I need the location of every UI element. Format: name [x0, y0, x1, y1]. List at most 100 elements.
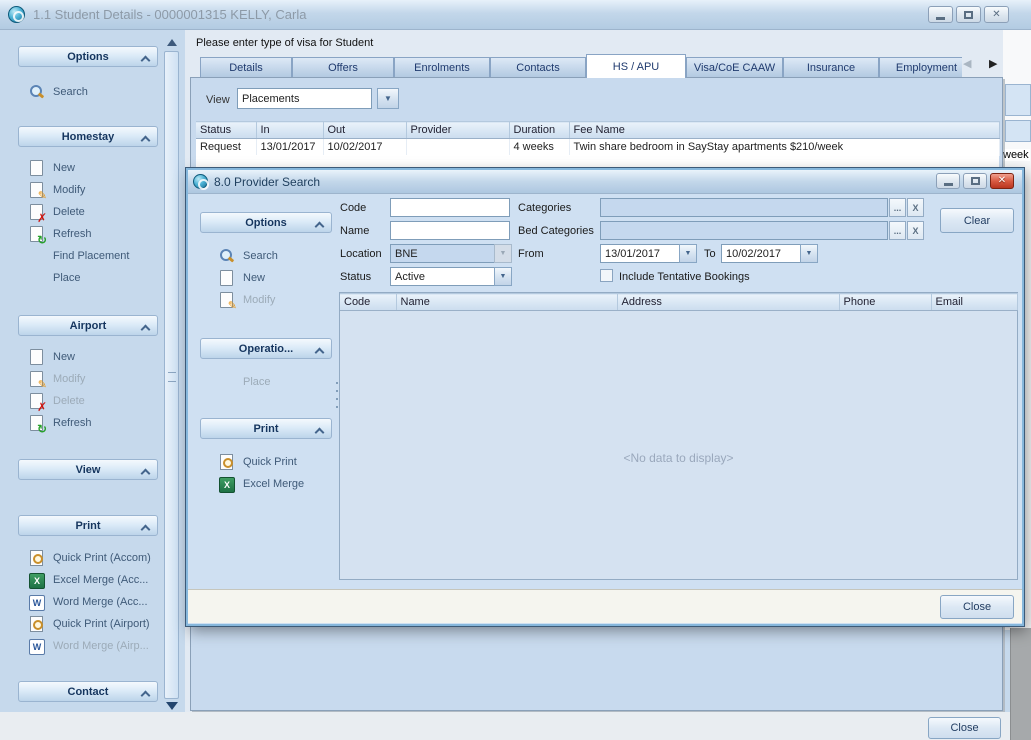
clear-button[interactable]: Clear [940, 208, 1014, 233]
delete-document-icon: ✗ [28, 204, 44, 220]
dialog-close-button[interactable]: Close [940, 595, 1014, 619]
sidebar-item-excel-merge-accom[interactable]: Excel Merge (Acc... [8, 569, 162, 591]
dialog-section-options[interactable]: Options [200, 212, 332, 233]
dialog-sidebar: Options Search New ✎ Modify Operatio... [196, 204, 334, 580]
tab-offers[interactable]: Offers [292, 57, 394, 78]
main-window-title: 1.1 Student Details - 0000001315 KELLY, … [33, 7, 306, 22]
sidebar-section-airport[interactable]: Airport [18, 315, 158, 336]
sidebar-item-word-merge-airport[interactable]: Word Merge (Airp... [8, 635, 162, 657]
col-code[interactable]: Code [340, 294, 396, 311]
dialog-item-modify[interactable]: ✎ Modify [196, 289, 334, 311]
bed-categories-clear-button[interactable]: X [907, 221, 924, 240]
sidebar-item-airport-delete[interactable]: ✗ Delete [8, 390, 162, 412]
provider-grid-header: Code Name Address Phone Email [340, 293, 1018, 311]
scroll-down-arrow[interactable] [163, 699, 181, 712]
sidebar-item-quick-print-accom[interactable]: Quick Print (Accom) [8, 547, 162, 569]
dialog-item-search[interactable]: Search [196, 245, 334, 267]
tab-hs-apu[interactable]: HS / APU [586, 54, 686, 78]
print-preview-icon [28, 616, 44, 632]
tab-strip: Details Offers Enrolments Contacts HS / … [200, 54, 962, 78]
col-status[interactable]: Status [196, 122, 256, 139]
sidebar-item-airport-refresh[interactable]: ↻ Refresh [8, 412, 162, 434]
dialog-close-icon[interactable]: ✕ [990, 173, 1014, 189]
categories-input[interactable] [600, 198, 888, 217]
sidebar-section-options[interactable]: Options [18, 46, 158, 67]
tab-enrolments[interactable]: Enrolments [394, 57, 490, 78]
sidebar-item-homestay-delete[interactable]: ✗ Delete [8, 201, 162, 223]
tab-visa-coe-caaw[interactable]: Visa/CoE CAAW [686, 57, 783, 78]
bed-categories-input[interactable] [600, 221, 888, 240]
sidebar-item-homestay-refresh[interactable]: ↻ Refresh [8, 223, 162, 245]
include-tentative-checkbox[interactable] [600, 269, 613, 282]
dialog-titlebar: 8.0 Provider Search ✕ [188, 170, 1022, 194]
col-phone[interactable]: Phone [839, 294, 931, 311]
sidebar-item-homestay-modify[interactable]: ✎ Modify [8, 179, 162, 201]
scrollbar-thumb[interactable] [164, 51, 179, 699]
sidebar-item-word-merge-accom[interactable]: Word Merge (Acc... [8, 591, 162, 613]
sidebar-item-airport-new[interactable]: New [8, 346, 162, 368]
right-edge-fragment-box [1005, 120, 1031, 142]
location-dropdown-button[interactable]: ▼ [494, 244, 512, 263]
status-label: Status [340, 271, 371, 283]
view-select[interactable]: Placements [237, 88, 372, 109]
app-icon [8, 6, 25, 23]
sidebar-item-airport-modify[interactable]: ✎ Modify [8, 368, 162, 390]
main-close-button[interactable]: Close [928, 717, 1001, 739]
col-address[interactable]: Address [617, 294, 839, 311]
view-dropdown-button[interactable]: ▼ [377, 88, 399, 109]
bed-categories-browse-button[interactable]: ... [889, 221, 906, 240]
tab-insurance[interactable]: Insurance [783, 57, 879, 78]
code-input[interactable] [390, 198, 510, 217]
tab-details[interactable]: Details [200, 57, 292, 78]
scroll-up-arrow[interactable] [163, 36, 181, 49]
dialog-section-print[interactable]: Print [200, 418, 332, 439]
col-fee-name[interactable]: Fee Name [569, 122, 999, 139]
sidebar-section-view[interactable]: View [18, 459, 158, 480]
search-icon [218, 248, 234, 264]
no-data-message: <No data to display> [340, 451, 1017, 465]
tab-contacts[interactable]: Contacts [490, 57, 586, 78]
tab-scroll-left-icon[interactable]: ◀ [963, 57, 971, 70]
col-out[interactable]: Out [323, 122, 406, 139]
sidebar-scrollbar[interactable] [163, 36, 181, 712]
status-dropdown-button[interactable]: ▼ [494, 267, 512, 286]
dialog-section-operations[interactable]: Operatio... [200, 338, 332, 359]
col-name[interactable]: Name [396, 294, 617, 311]
dialog-item-new[interactable]: New [196, 267, 334, 289]
collapse-chevron-icon [141, 468, 149, 474]
dialog-minimize-button[interactable] [936, 173, 960, 189]
search-icon [28, 84, 44, 100]
sidebar-item-quick-print-airport[interactable]: Quick Print (Airport) [8, 613, 162, 635]
maximize-button[interactable] [956, 6, 981, 23]
location-label: Location [340, 248, 382, 260]
col-duration[interactable]: Duration [509, 122, 569, 139]
to-date-select[interactable]: 10/02/2017 [721, 244, 801, 263]
placement-row[interactable]: Request 13/01/2017 10/02/2017 4 weeks Tw… [196, 139, 999, 156]
sidebar-item-find-placement[interactable]: Find Placement [8, 245, 162, 267]
sidebar-section-homestay[interactable]: Homestay [18, 126, 158, 147]
col-email[interactable]: Email [931, 294, 1017, 311]
dialog-item-quick-print[interactable]: Quick Print [196, 451, 334, 473]
name-input[interactable] [390, 221, 510, 240]
col-in[interactable]: In [256, 122, 323, 139]
col-provider[interactable]: Provider [406, 122, 509, 139]
close-window-button[interactable]: ✕ [984, 6, 1009, 23]
dialog-item-excel-merge[interactable]: Excel Merge [196, 473, 334, 495]
sidebar-item-place[interactable]: Place [8, 267, 162, 289]
minimize-button[interactable] [928, 6, 953, 23]
tab-scroll-right-icon[interactable]: ▶ [989, 57, 997, 70]
categories-clear-button[interactable]: X [907, 198, 924, 217]
from-dropdown-button[interactable]: ▼ [679, 244, 697, 263]
to-dropdown-button[interactable]: ▼ [800, 244, 818, 263]
from-date-select[interactable]: 13/01/2017 [600, 244, 680, 263]
dialog-item-place[interactable]: Place [196, 371, 334, 393]
code-label: Code [340, 202, 366, 214]
categories-browse-button[interactable]: ... [889, 198, 906, 217]
sidebar-section-contact[interactable]: Contact [18, 681, 158, 702]
sidebar-item-homestay-new[interactable]: New [8, 157, 162, 179]
sidebar-item-search[interactable]: Search [8, 81, 162, 103]
tab-employment[interactable]: Employment [879, 57, 962, 78]
dialog-maximize-button[interactable] [963, 173, 987, 189]
app-icon [193, 174, 208, 189]
sidebar-section-print[interactable]: Print [18, 515, 158, 536]
